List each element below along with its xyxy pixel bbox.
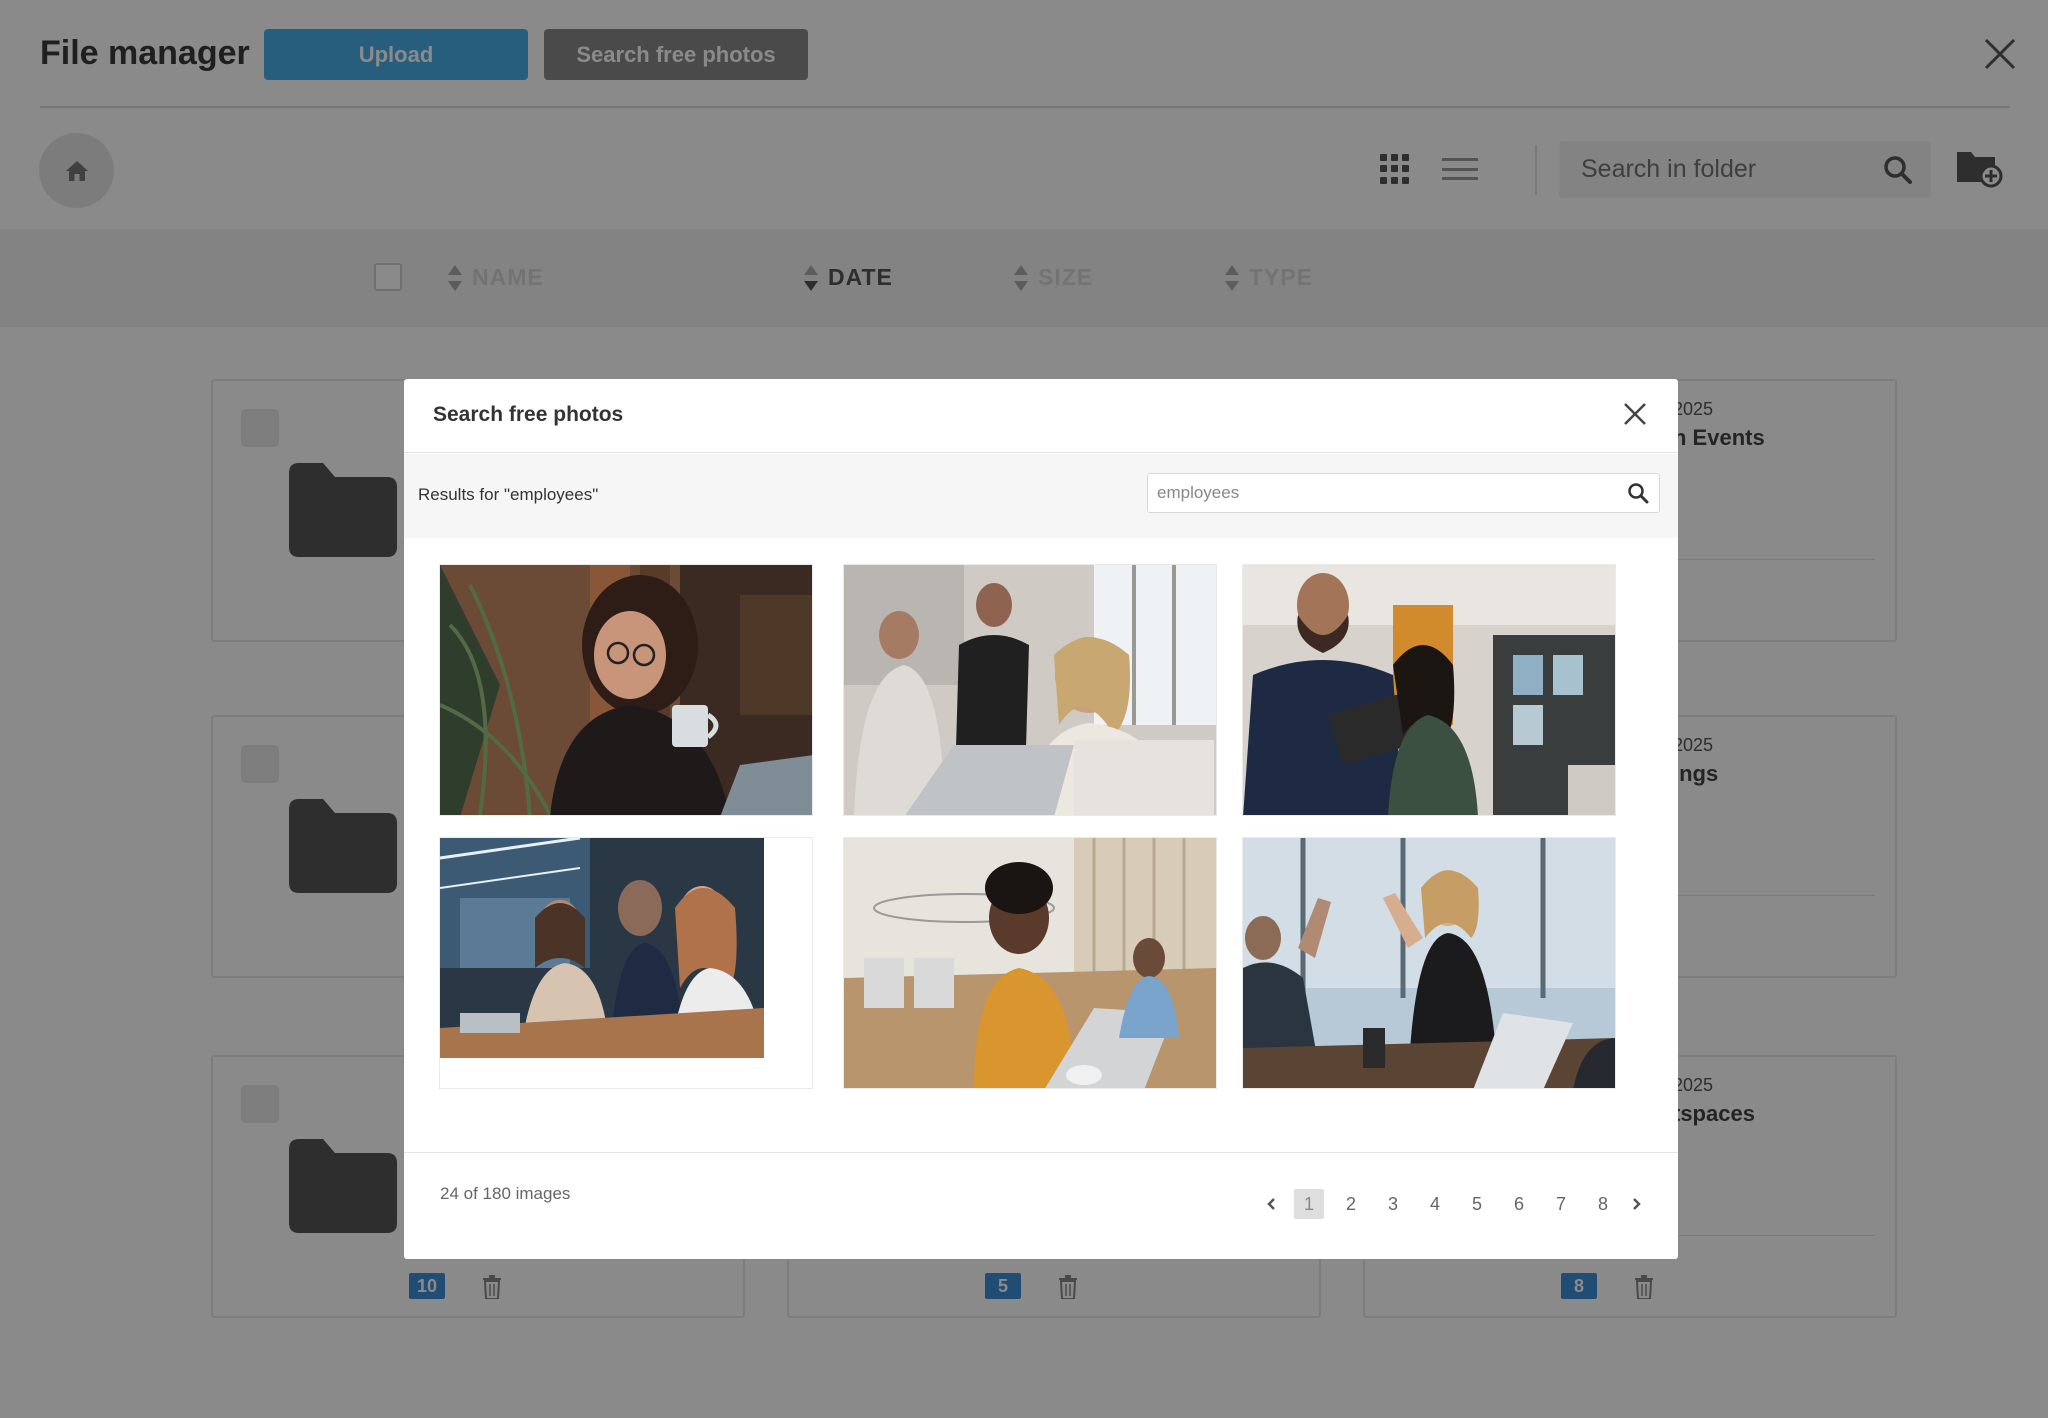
page-button-5[interactable]: 5: [1462, 1189, 1492, 1219]
dialog-title: Search free photos: [433, 403, 624, 426]
dialog-footer: 24 of 180 images 1 2 3 4 5 6 7 8: [404, 1152, 1678, 1259]
page-button-6[interactable]: 6: [1504, 1189, 1534, 1219]
search-icon[interactable]: [1627, 482, 1649, 504]
next-page-button[interactable]: [1626, 1189, 1648, 1219]
photo-search-bar: Results for "employees": [404, 454, 1678, 538]
page-button-3[interactable]: 3: [1378, 1189, 1408, 1219]
search-photos-dialog: Search free photos Results for "employee…: [404, 379, 1678, 1259]
prev-page-button[interactable]: [1260, 1189, 1282, 1219]
page-button-8[interactable]: 8: [1588, 1189, 1618, 1219]
page-button-4[interactable]: 4: [1420, 1189, 1450, 1219]
page-button-2[interactable]: 2: [1336, 1189, 1366, 1219]
photo-thumbnail: [844, 838, 1216, 1088]
image-count-label: 24 of 180 images: [440, 1184, 571, 1203]
photo-result[interactable]: [439, 564, 813, 816]
photo-thumbnail: [440, 838, 812, 1088]
photo-result[interactable]: [843, 837, 1217, 1089]
photo-search-input[interactable]: [1157, 474, 1597, 512]
photo-thumbnail: [440, 565, 812, 815]
close-icon[interactable]: [1622, 401, 1648, 427]
photo-result[interactable]: [1242, 837, 1616, 1089]
photo-thumbnail: [1243, 565, 1615, 815]
page-button-1[interactable]: 1: [1294, 1189, 1324, 1219]
photo-search-field: [1147, 473, 1660, 513]
photo-thumbnail: [1243, 838, 1615, 1088]
photo-thumbnail: [844, 565, 1216, 815]
results-label: Results for "employees": [418, 485, 599, 504]
chevron-left-icon: [1267, 1198, 1275, 1210]
chevron-right-icon: [1633, 1198, 1641, 1210]
pagination: 1 2 3 4 5 6 7 8: [1252, 1189, 1648, 1219]
page-button-7[interactable]: 7: [1546, 1189, 1576, 1219]
dialog-header: Search free photos: [404, 379, 1678, 453]
photo-result[interactable]: [439, 837, 813, 1089]
photo-result[interactable]: [1242, 564, 1616, 816]
photo-result[interactable]: [843, 564, 1217, 816]
